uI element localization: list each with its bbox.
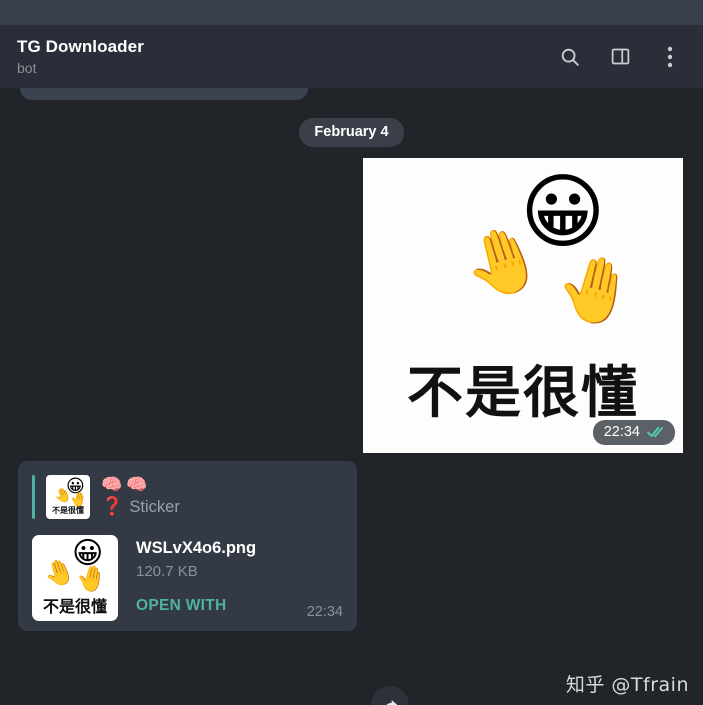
watermark: 知乎 @Tfrain: [565, 674, 689, 696]
message-list[interactable]: February 4 🤚 😀 🤚 不是很懂 22:34 🤚 😀 🤚 不是很懂 🧠…: [0, 88, 703, 705]
reply-accent-bar: [32, 475, 35, 519]
reply-text-block: 🧠🧠 ❓ Sticker: [101, 475, 180, 517]
reply-thumb-caption: 不是很懂: [52, 506, 84, 515]
sticker-face-emoji: 😀: [520, 167, 606, 258]
document-filesize: 120.7 KB: [136, 563, 198, 580]
open-with-button[interactable]: OPEN WITH: [136, 596, 227, 616]
message-meta: 22:34: [592, 420, 675, 445]
document-row[interactable]: 🤚 😀 🤚 不是很懂 WSLvX4o6.png 120.7 KB OPEN WI…: [32, 535, 343, 621]
overflow-menu-icon[interactable]: [657, 44, 683, 70]
sticker-hand-right-emoji: 🤚: [549, 246, 643, 334]
message-timestamp: 22:34: [603, 424, 640, 440]
document-info: WSLvX4o6.png 120.7 KB OPEN WITH: [136, 535, 256, 616]
previous-message-bubble[interactable]: [20, 88, 308, 100]
system-status-strip: [0, 0, 703, 25]
chat-header-titles[interactable]: TG Downloader bot: [17, 36, 557, 78]
document-thumbnail[interactable]: 🤚 😀 🤚 不是很懂: [32, 535, 118, 621]
panel-icon[interactable]: [607, 44, 633, 70]
reply-preview[interactable]: 🤚 😀 🤚 不是很懂 🧠🧠 ❓ Sticker: [32, 475, 343, 521]
doc-thumb-hand-right-emoji: 🤚: [73, 562, 110, 596]
forward-button[interactable]: [371, 686, 409, 705]
sticker-image: 🤚 😀 🤚 不是很懂: [363, 158, 683, 453]
document-message-card[interactable]: 🤚 😀 🤚 不是很懂 🧠🧠 ❓ Sticker 🤚 😀 🤚 不是很懂 WSLvX…: [18, 461, 357, 631]
page-title: TG Downloader: [17, 36, 144, 56]
sticker-caption: 不是很懂: [407, 361, 639, 426]
document-timestamp: 22:34: [306, 604, 343, 620]
telegram-chat-screen: TG Downloader bot February 4 🤚 😀 🤚 不是很懂 …: [0, 0, 703, 705]
reply-brain-emojis: 🧠🧠: [101, 475, 152, 494]
doc-thumb-caption: 不是很懂: [42, 597, 107, 616]
chat-header-actions: [557, 44, 689, 70]
document-filename: WSLvX4o6.png: [136, 539, 257, 557]
date-divider: February 4: [0, 118, 703, 147]
question-mark-icon: ❓: [101, 496, 124, 516]
chat-header: TG Downloader bot: [0, 25, 703, 88]
forward-arrow-icon: [385, 699, 397, 705]
reply-thumbnail: 🤚 😀 🤚 不是很懂: [46, 475, 90, 519]
search-icon[interactable]: [557, 44, 583, 70]
chat-subtitle: bot: [17, 59, 37, 76]
reply-kind-label: Sticker: [129, 498, 180, 516]
read-receipt-icon: [647, 427, 663, 438]
reply-kind-row: ❓ Sticker: [101, 496, 180, 517]
sticker-message[interactable]: 🤚 😀 🤚 不是很懂 22:34: [363, 158, 683, 453]
date-divider-label: February 4: [299, 118, 404, 147]
